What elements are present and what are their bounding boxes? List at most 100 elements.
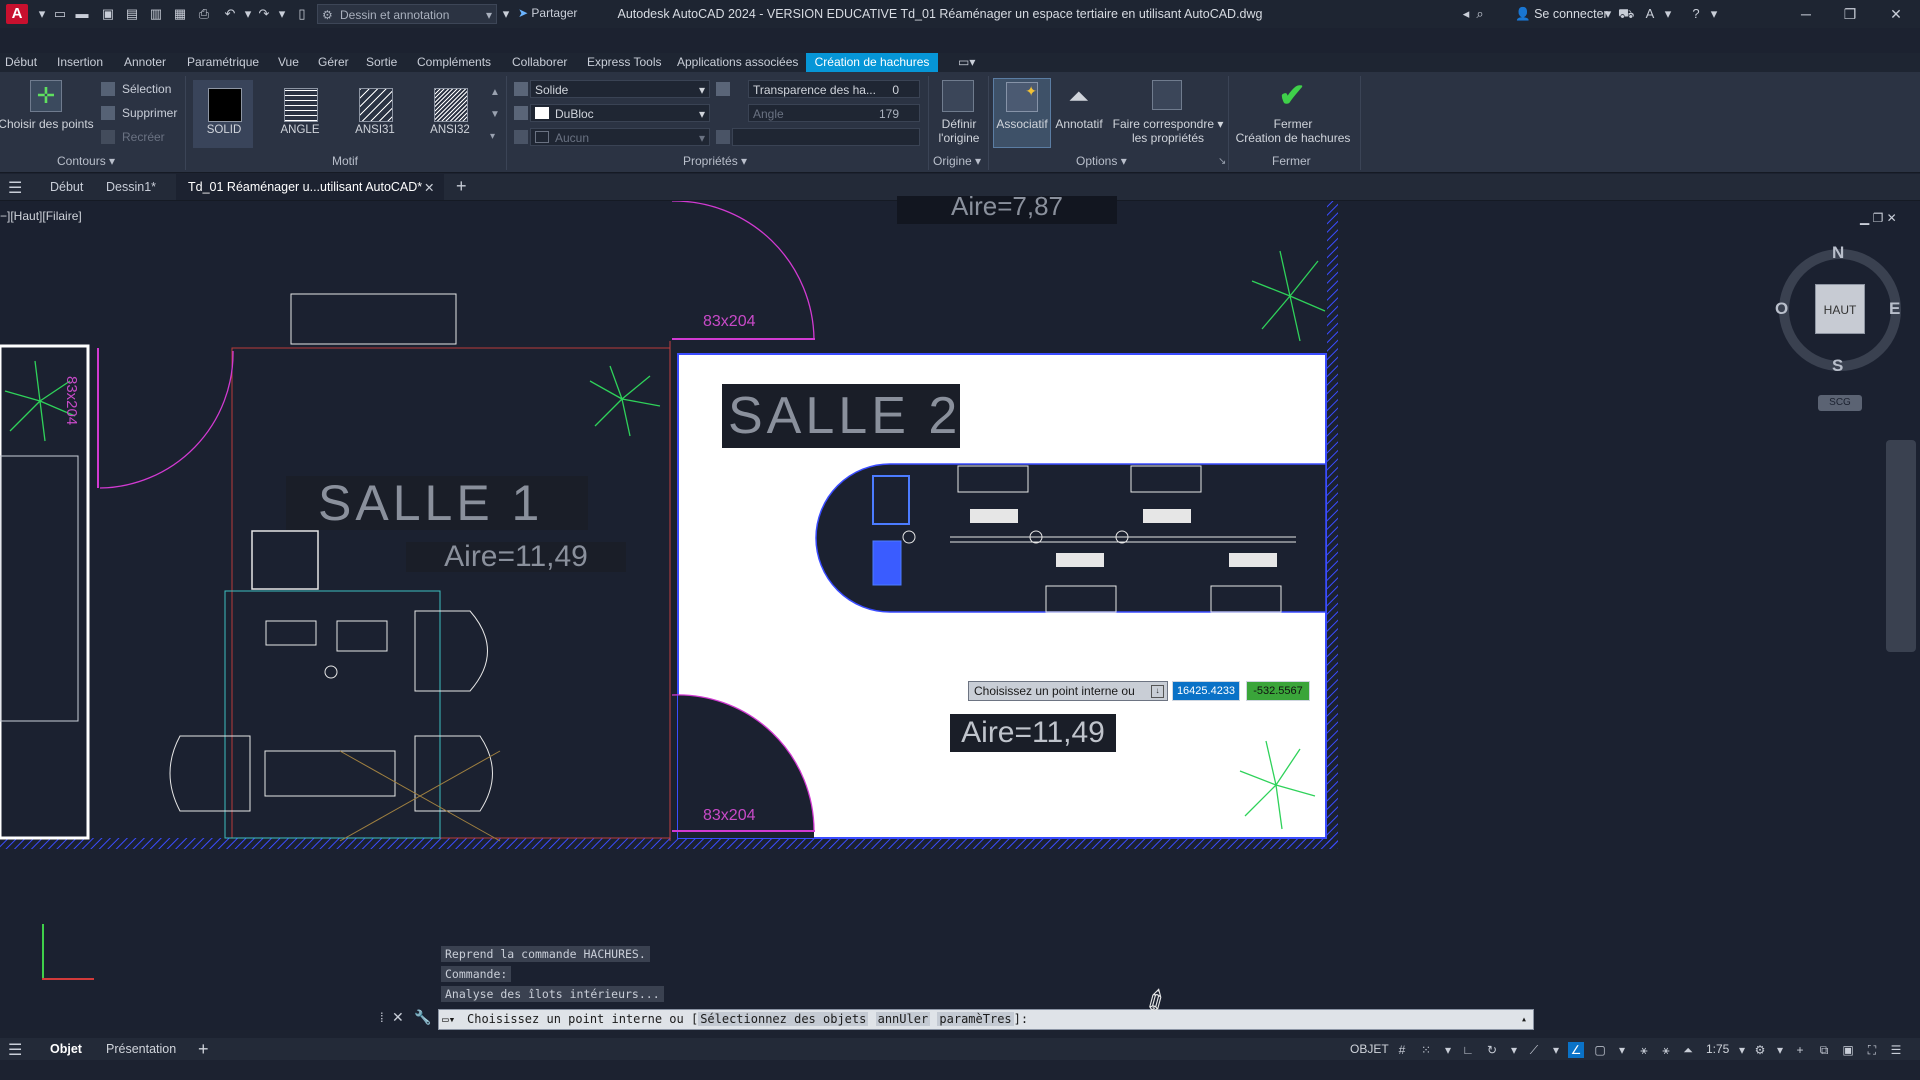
set-origin-button[interactable]: Définir l'origine bbox=[920, 117, 998, 145]
autodesk-account-icon[interactable]: A bbox=[1642, 6, 1658, 22]
proprietes-group-title[interactable]: Propriétés ▾ bbox=[683, 154, 747, 168]
compass-north[interactable]: N bbox=[1832, 243, 1844, 263]
close-icon[interactable]: ✕ bbox=[1878, 4, 1914, 24]
hatch-color-dropdown[interactable]: DuBloc ▾ bbox=[530, 104, 710, 122]
doc-tab-dessin1[interactable]: Dessin1* bbox=[106, 180, 156, 194]
dynamic-input-y[interactable]: -532.5567 bbox=[1246, 681, 1310, 701]
chevron-down-icon[interactable]: ▾ bbox=[1660, 6, 1676, 22]
autocad-logo-icon[interactable]: A bbox=[6, 4, 28, 24]
model-space-toggle[interactable]: OBJET bbox=[1350, 1042, 1389, 1056]
viewcube-top-face[interactable]: HAUT bbox=[1815, 284, 1865, 334]
doc-tab-td01[interactable]: Td_01 Réaménager u...utilisant AutoCAD* bbox=[188, 180, 422, 194]
polar-icon[interactable]: ↻ bbox=[1484, 1042, 1500, 1058]
checkmark-icon[interactable]: ✔ bbox=[1274, 78, 1310, 112]
origine-group-title[interactable]: Origine ▾ bbox=[933, 154, 981, 168]
compass-west[interactable]: O bbox=[1775, 299, 1788, 319]
properties-icon[interactable]: ▯ bbox=[294, 6, 310, 22]
plot-preview-icon[interactable]: ▦ bbox=[172, 6, 188, 22]
hamburger-menu-icon[interactable]: ☰ bbox=[8, 178, 22, 198]
customize-wrench-icon[interactable]: 🔧 bbox=[414, 1009, 431, 1026]
tab-collaborer[interactable]: Collaborer bbox=[512, 55, 567, 69]
chevron-down-icon[interactable]: ▾ bbox=[1614, 1042, 1630, 1058]
drag-handle-icon[interactable]: ⁞ bbox=[380, 1010, 384, 1025]
workspace-dropdown[interactable]: ⚙ Dessin et annotation ▾ bbox=[317, 4, 497, 24]
contours-group-title[interactable]: Contours ▾ bbox=[57, 154, 115, 168]
annotation-visibility-icon[interactable]: ⚹ bbox=[1636, 1042, 1652, 1058]
chevron-down-icon[interactable]: ▾ bbox=[274, 6, 290, 22]
hatch-type-dropdown[interactable]: Solide ▾ bbox=[530, 80, 710, 98]
transparency-field[interactable]: Transparence des ha... 0 bbox=[748, 80, 920, 98]
annotative-icon[interactable]: ⏶ bbox=[1064, 80, 1094, 112]
tab-applications-associees[interactable]: Applications associées bbox=[677, 55, 798, 69]
search-icon[interactable]: ⌕ bbox=[1472, 6, 1488, 22]
ortho-icon[interactable]: ∟ bbox=[1460, 1042, 1476, 1058]
ribbon-display-toggle-icon[interactable]: ▭▾ bbox=[958, 55, 975, 69]
dialog-launcher-icon[interactable]: ↘ bbox=[1218, 156, 1226, 167]
close-hatch-creation-button[interactable]: Fermer Création de hachures bbox=[1228, 117, 1358, 145]
annotation-scale-value[interactable]: 1:75 bbox=[1706, 1042, 1729, 1056]
annotation-scale-icon[interactable]: ⏶ bbox=[1680, 1042, 1696, 1058]
print-icon[interactable]: ⎙ bbox=[196, 6, 212, 22]
tab-annoter[interactable]: Annoter bbox=[124, 55, 166, 69]
remove-button[interactable]: Supprimer bbox=[122, 106, 177, 120]
chevron-down-icon[interactable]: ▾ bbox=[240, 6, 256, 22]
chevron-down-icon[interactable]: ▾ bbox=[1706, 6, 1722, 22]
option-settings[interactable]: paramèTres bbox=[937, 1012, 1014, 1026]
undo-icon[interactable]: ↶ bbox=[222, 6, 238, 22]
match-properties-icon[interactable] bbox=[1152, 80, 1182, 110]
chevron-down-icon[interactable]: ▾ bbox=[1734, 1042, 1750, 1058]
chevron-down-icon[interactable]: ▾ bbox=[34, 6, 50, 22]
publish-icon[interactable]: ▥ bbox=[148, 6, 164, 22]
tab-complements[interactable]: Compléments bbox=[417, 55, 491, 69]
sign-in-button[interactable]: 👤 Se connecter bbox=[1515, 7, 1608, 22]
navigation-bar[interactable] bbox=[1886, 440, 1916, 652]
snap-icon[interactable]: ⁙ bbox=[1418, 1042, 1434, 1058]
plus-icon[interactable]: + bbox=[1792, 1042, 1808, 1058]
tab-parametrique[interactable]: Paramétrique bbox=[187, 55, 259, 69]
chevron-down-icon[interactable]: ▾ bbox=[1440, 1042, 1456, 1058]
option-undo[interactable]: annUler bbox=[875, 1012, 931, 1026]
chevron-down-icon[interactable]: ▾ bbox=[1772, 1042, 1788, 1058]
command-input[interactable]: ▭▾ Choisissez un point interne ou [Sélec… bbox=[438, 1009, 1534, 1030]
customization-menu-icon[interactable]: ☰ bbox=[1888, 1042, 1904, 1058]
tab-vue[interactable]: Vue bbox=[278, 55, 299, 69]
match-properties-button[interactable]: Faire correspondre ▾ les propriétés bbox=[1112, 117, 1224, 145]
cart-icon[interactable]: ⛟ bbox=[1618, 6, 1634, 22]
restore-icon[interactable]: ❐ bbox=[1832, 4, 1868, 24]
compass-south[interactable]: S bbox=[1832, 356, 1843, 376]
add-layout-icon[interactable]: + bbox=[198, 1039, 209, 1060]
object-snap-icon[interactable]: ▢ bbox=[1592, 1042, 1608, 1058]
hamburger-menu-icon[interactable]: ☰ bbox=[8, 1040, 22, 1060]
gear-icon[interactable]: ⚙ bbox=[1752, 1042, 1768, 1058]
share-button[interactable]: ➤ Partager bbox=[518, 6, 577, 20]
compass-east[interactable]: E bbox=[1889, 299, 1900, 319]
tab-creation-de-hachures[interactable]: Création de hachures bbox=[806, 53, 938, 72]
tab-express-tools[interactable]: Express Tools bbox=[587, 55, 661, 69]
drawing-canvas[interactable] bbox=[0, 201, 1920, 1030]
ucs-dropdown[interactable]: SCG bbox=[1818, 395, 1862, 411]
minimize-icon[interactable]: ─ bbox=[1788, 4, 1824, 24]
chevron-down-icon[interactable]: ▾ bbox=[1548, 1042, 1564, 1058]
selection-button[interactable]: Sélection bbox=[122, 82, 171, 96]
object-snap-tracking-icon[interactable]: ∠ bbox=[1568, 1042, 1584, 1058]
chevron-up-icon[interactable]: ▴ bbox=[1521, 1010, 1527, 1029]
tab-insertion[interactable]: Insertion bbox=[57, 55, 103, 69]
close-icon[interactable]: ✕ bbox=[392, 1009, 404, 1026]
tab-gerer[interactable]: Gérer bbox=[318, 55, 349, 69]
annotative-button[interactable]: Annotatif bbox=[1052, 117, 1106, 131]
chevron-down-icon[interactable]: ▾ bbox=[1600, 6, 1616, 22]
doc-tab-debut[interactable]: Début bbox=[50, 180, 83, 194]
pattern-ansi32-swatch[interactable] bbox=[434, 88, 468, 122]
isodraft-icon[interactable]: ⟋ bbox=[1526, 1042, 1542, 1058]
options-group-title[interactable]: Options ▾ bbox=[1076, 154, 1127, 168]
pick-points-icon[interactable]: ✛ bbox=[30, 80, 62, 112]
new-file-icon[interactable]: ▭ bbox=[52, 6, 68, 22]
hardware-acceleration-icon[interactable]: ▣ bbox=[1840, 1042, 1856, 1058]
auto-scale-icon[interactable]: ⚹ bbox=[1658, 1042, 1674, 1058]
help-icon[interactable]: ? bbox=[1688, 6, 1704, 22]
new-tab-icon[interactable]: + bbox=[456, 176, 467, 197]
close-icon[interactable]: ✕ bbox=[424, 180, 434, 195]
tab-sortie[interactable]: Sortie bbox=[366, 55, 397, 69]
chevron-down-icon[interactable]: ▾ bbox=[1506, 1042, 1522, 1058]
grid-icon[interactable]: # bbox=[1394, 1042, 1410, 1058]
